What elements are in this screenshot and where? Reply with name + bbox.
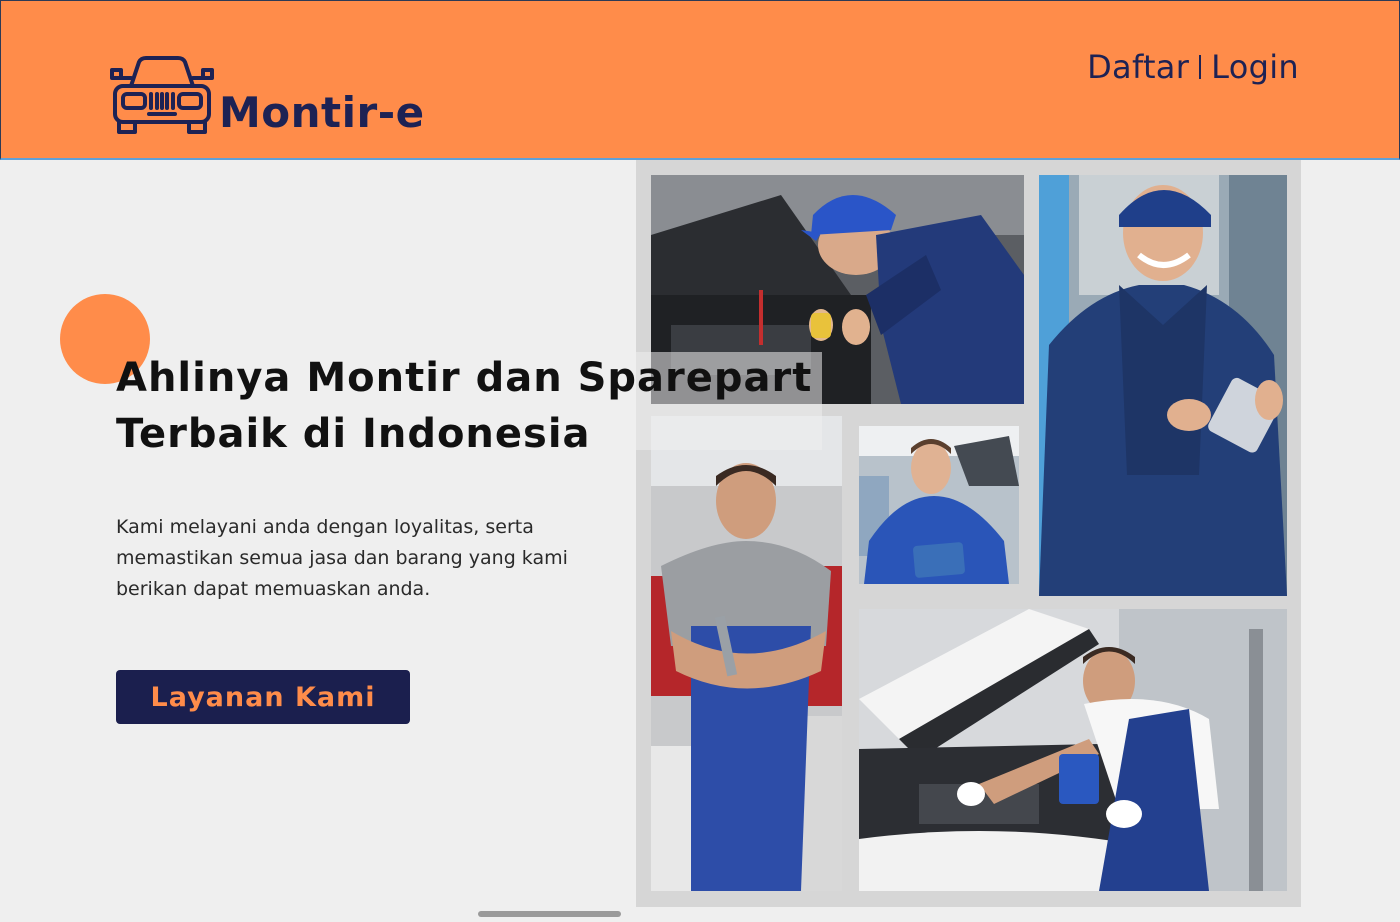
mechanic-blue-overall-photo [859, 426, 1019, 584]
mechanic-arms-crossed-photo [651, 416, 842, 891]
brand-logo[interactable]: Montir-e [109, 56, 425, 136]
car-front-icon [110, 56, 214, 134]
mechanic-repairing-car-photo [859, 609, 1287, 891]
hero-title-line-1: Ahlinya Montir dan Sparepart [116, 355, 813, 401]
hero-title-line-2: Terbaik di Indonesia [116, 411, 591, 457]
hero-description: Kami melayani anda dengan loyalitas, ser… [116, 512, 616, 605]
hero-description-line-3: berikan dapat memuaskan anda. [116, 578, 431, 600]
top-header: Montir-e Daftar Login [0, 0, 1400, 160]
mechanic-with-tablet-photo [1039, 175, 1287, 596]
horizontal-scrollbar[interactable] [478, 911, 621, 917]
auth-divider [1199, 55, 1202, 79]
auth-nav: Daftar Login [1087, 48, 1299, 86]
hero-description-line-1: Kami melayani anda dengan loyalitas, ser… [116, 516, 534, 538]
brand-name: Montir-e [219, 88, 425, 137]
login-link[interactable]: Login [1211, 48, 1299, 86]
hero-description-line-2: memastikan semua jasa dan barang yang ka… [116, 547, 568, 569]
register-link[interactable]: Daftar [1087, 48, 1189, 86]
hero-title: Ahlinya Montir dan Sparepart Terbaik di … [116, 350, 836, 462]
our-services-button[interactable]: Layanan Kami [116, 670, 410, 724]
